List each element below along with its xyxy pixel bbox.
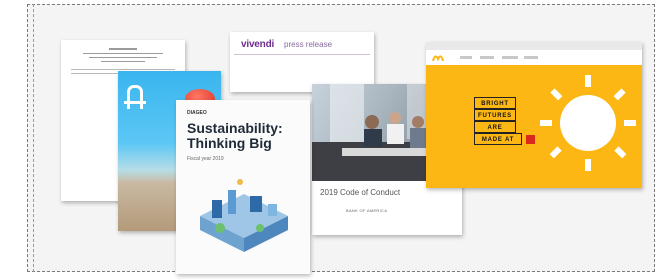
isometric-city-illustration bbox=[200, 179, 288, 252]
nav-item bbox=[480, 56, 494, 59]
doc-line bbox=[101, 61, 145, 62]
brand-tag: DIAGEO bbox=[187, 110, 207, 116]
nav-item bbox=[524, 56, 538, 59]
nav-item bbox=[460, 56, 472, 59]
mcdonalds-logo-icon bbox=[526, 135, 535, 144]
doc-type-label: press release bbox=[284, 40, 333, 49]
doc-line bbox=[71, 69, 175, 70]
browser-toolbar bbox=[426, 42, 642, 50]
abbott-logo-icon bbox=[127, 85, 143, 109]
doc-line bbox=[83, 53, 163, 54]
golden-arches-logo-icon bbox=[432, 55, 444, 61]
doc-line bbox=[109, 48, 137, 50]
website-screenshot-thumbnail[interactable]: BRIGHT FUTURES ARE MADE AT bbox=[426, 42, 642, 188]
headline-line-2: FUTURES bbox=[474, 109, 516, 121]
nav-item bbox=[502, 56, 518, 59]
doc-line bbox=[89, 57, 157, 58]
panel-edge bbox=[27, 4, 34, 272]
vivendi-logo: vivendi bbox=[241, 39, 275, 50]
headline-line-4: MADE AT bbox=[474, 133, 522, 145]
divider bbox=[234, 54, 370, 55]
vivendi-press-release-thumbnail[interactable]: vivendi press release bbox=[230, 32, 374, 92]
bank-brand-label: BANK OF AMERICA bbox=[346, 208, 388, 213]
abbott-logo-bar bbox=[124, 101, 146, 104]
document-title: 2019 Code of Conduct bbox=[320, 188, 401, 197]
sustainability-report-thumbnail[interactable]: DIAGEO Sustainability: Thinking Big Fisc… bbox=[176, 100, 310, 274]
report-title: Sustainability: Thinking Big bbox=[187, 120, 283, 151]
hero-banner bbox=[426, 65, 642, 188]
sun-graphic bbox=[540, 75, 636, 171]
headline-line-3: ARE bbox=[474, 121, 516, 133]
headline-line-1: BRIGHT bbox=[474, 97, 516, 109]
report-subtitle: Fiscal year 2019 bbox=[187, 156, 224, 162]
